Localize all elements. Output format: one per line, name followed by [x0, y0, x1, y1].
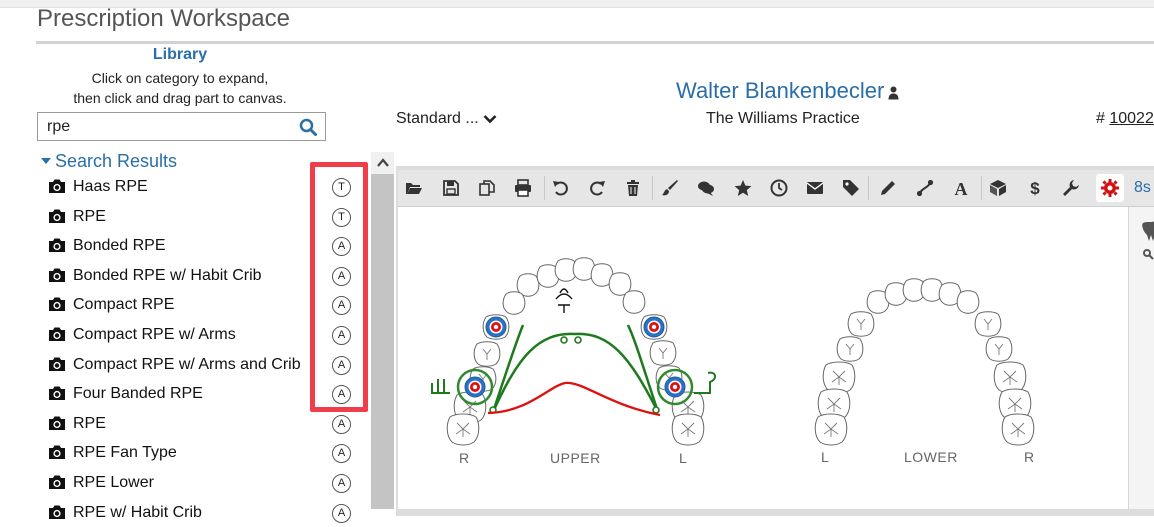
title-divider	[36, 41, 1154, 44]
camera-icon[interactable]	[48, 237, 66, 258]
list-item-label[interactable]: Four Banded RPE	[73, 385, 203, 403]
chevron-down-icon	[483, 115, 497, 124]
print-icon[interactable]	[514, 179, 532, 197]
caret-down-icon	[41, 158, 51, 164]
comments-icon[interactable]	[697, 179, 715, 197]
font-icon[interactable]: A	[952, 179, 970, 197]
wire-icon[interactable]	[916, 179, 934, 197]
gear-icon[interactable]	[1096, 174, 1124, 202]
toolbar-separator	[981, 176, 982, 200]
camera-icon[interactable]	[48, 415, 66, 436]
template-select-value: Standard ...	[396, 110, 479, 127]
list-item[interactable]: RPE Fan Type A	[44, 438, 364, 468]
list-item[interactable]: RPE w/ Habit Crib A	[44, 498, 364, 527]
type-badge: A	[332, 444, 351, 464]
svg-text:A: A	[955, 179, 968, 197]
library-scrollbar[interactable]	[371, 152, 394, 509]
camera-icon[interactable]	[48, 356, 66, 377]
upper-left-label: L	[679, 450, 687, 466]
list-item[interactable]: RPE Lower A	[44, 468, 364, 498]
lower-arch: L LOWER R	[814, 278, 1035, 465]
search-results-heading: Search Results	[55, 151, 178, 171]
toolbar-separator	[868, 176, 869, 200]
svg-text:$: $	[1030, 179, 1040, 197]
list-item-label[interactable]: Haas RPE	[73, 178, 148, 196]
camera-icon[interactable]	[48, 444, 66, 465]
type-badge: A	[332, 414, 351, 434]
library-title: Library	[152, 46, 208, 63]
toolbar-separator	[652, 176, 653, 200]
list-item-label[interactable]: Compact RPE w/ Arms and Crib	[73, 356, 301, 374]
upper-right-label: R	[459, 450, 469, 466]
wrench-icon[interactable]	[1062, 179, 1080, 197]
camera-icon[interactable]	[48, 178, 66, 199]
badge-highlight-box	[310, 162, 368, 412]
redo-icon[interactable]	[588, 179, 606, 197]
star-icon[interactable]	[734, 179, 752, 197]
clock-icon[interactable]	[770, 179, 788, 197]
camera-icon[interactable]	[48, 326, 66, 347]
save-icon[interactable]	[442, 179, 460, 197]
open-folder-icon[interactable]	[405, 179, 423, 197]
envelope-icon[interactable]	[806, 179, 824, 197]
upper-arch-label: UPPER	[550, 450, 601, 466]
tag-icon[interactable]	[842, 179, 860, 197]
cube-icon[interactable]	[989, 179, 1007, 197]
type-badge: A	[332, 503, 351, 523]
list-item-label[interactable]: RPE Lower	[73, 474, 154, 492]
practice-name: The Williams Practice	[706, 110, 860, 127]
search-icon[interactable]	[299, 118, 317, 136]
toolbar-separator	[544, 176, 545, 200]
search-input[interactable]	[47, 117, 287, 137]
side-panel	[1128, 207, 1154, 509]
list-item-label[interactable]: RPE	[73, 208, 106, 226]
list-item-label[interactable]: Bonded RPE w/ Habit Crib	[73, 267, 262, 285]
rx-number[interactable]: # 10022	[1096, 110, 1154, 128]
library-help-line-2: then click and drag part to canvas.	[73, 90, 287, 106]
list-item[interactable]: RPE A	[44, 409, 364, 439]
lower-arch-label: LOWER	[904, 449, 958, 465]
lower-right-label: R	[1024, 449, 1034, 465]
scroll-up-button[interactable]	[371, 152, 394, 174]
person-icon[interactable]	[888, 80, 899, 106]
library-help: Click on category to expand, then click …	[36, 68, 324, 108]
camera-icon[interactable]	[48, 504, 66, 525]
canvas-toolbar: A $	[398, 170, 1154, 207]
tooth-icon	[1142, 221, 1154, 260]
list-item-label[interactable]: RPE Fan Type	[73, 444, 177, 462]
library-help-line-1: Click on category to expand,	[91, 70, 269, 86]
list-item-label[interactable]: Compact RPE	[73, 296, 174, 314]
camera-icon[interactable]	[48, 296, 66, 317]
trash-icon[interactable]	[624, 179, 642, 197]
list-item-label[interactable]: RPE w/ Habit Crib	[73, 504, 202, 522]
chevron-up-icon	[376, 158, 389, 167]
template-select[interactable]: Standard ...	[396, 110, 497, 128]
rx-number-prefix: #	[1096, 110, 1105, 127]
pencil-icon[interactable]	[879, 179, 897, 197]
toolbar-overflow[interactable]: 8s	[1134, 179, 1151, 197]
search-results-toggle[interactable]: Search Results	[41, 151, 177, 172]
type-badge: A	[332, 473, 351, 493]
camera-icon[interactable]	[48, 474, 66, 495]
undo-icon[interactable]	[552, 179, 570, 197]
upper-arch: R UPPER L	[431, 257, 716, 466]
rx-number-value[interactable]: 10022	[1109, 110, 1154, 127]
camera-icon[interactable]	[48, 208, 66, 229]
library-search-box[interactable]	[37, 112, 326, 141]
drawing-canvas[interactable]: R UPPER L L LOWER R	[398, 207, 1128, 509]
dollar-icon[interactable]: $	[1026, 179, 1044, 197]
brush-icon[interactable]	[661, 179, 679, 197]
copy-icon[interactable]	[478, 179, 496, 197]
list-item-label[interactable]: Bonded RPE	[73, 237, 166, 255]
patient-name[interactable]: Walter Blankenbecler	[676, 78, 884, 103]
list-item-label[interactable]: Compact RPE w/ Arms	[73, 326, 236, 344]
list-item-label[interactable]: RPE	[73, 415, 106, 433]
camera-icon[interactable]	[48, 267, 66, 288]
page-title: Prescription Workspace	[37, 5, 290, 32]
camera-icon[interactable]	[48, 385, 66, 406]
lower-left-label: L	[821, 449, 829, 465]
patient-header: Walter Blankenbecler	[676, 78, 899, 106]
dental-chart: R UPPER L L LOWER R	[431, 257, 1035, 466]
